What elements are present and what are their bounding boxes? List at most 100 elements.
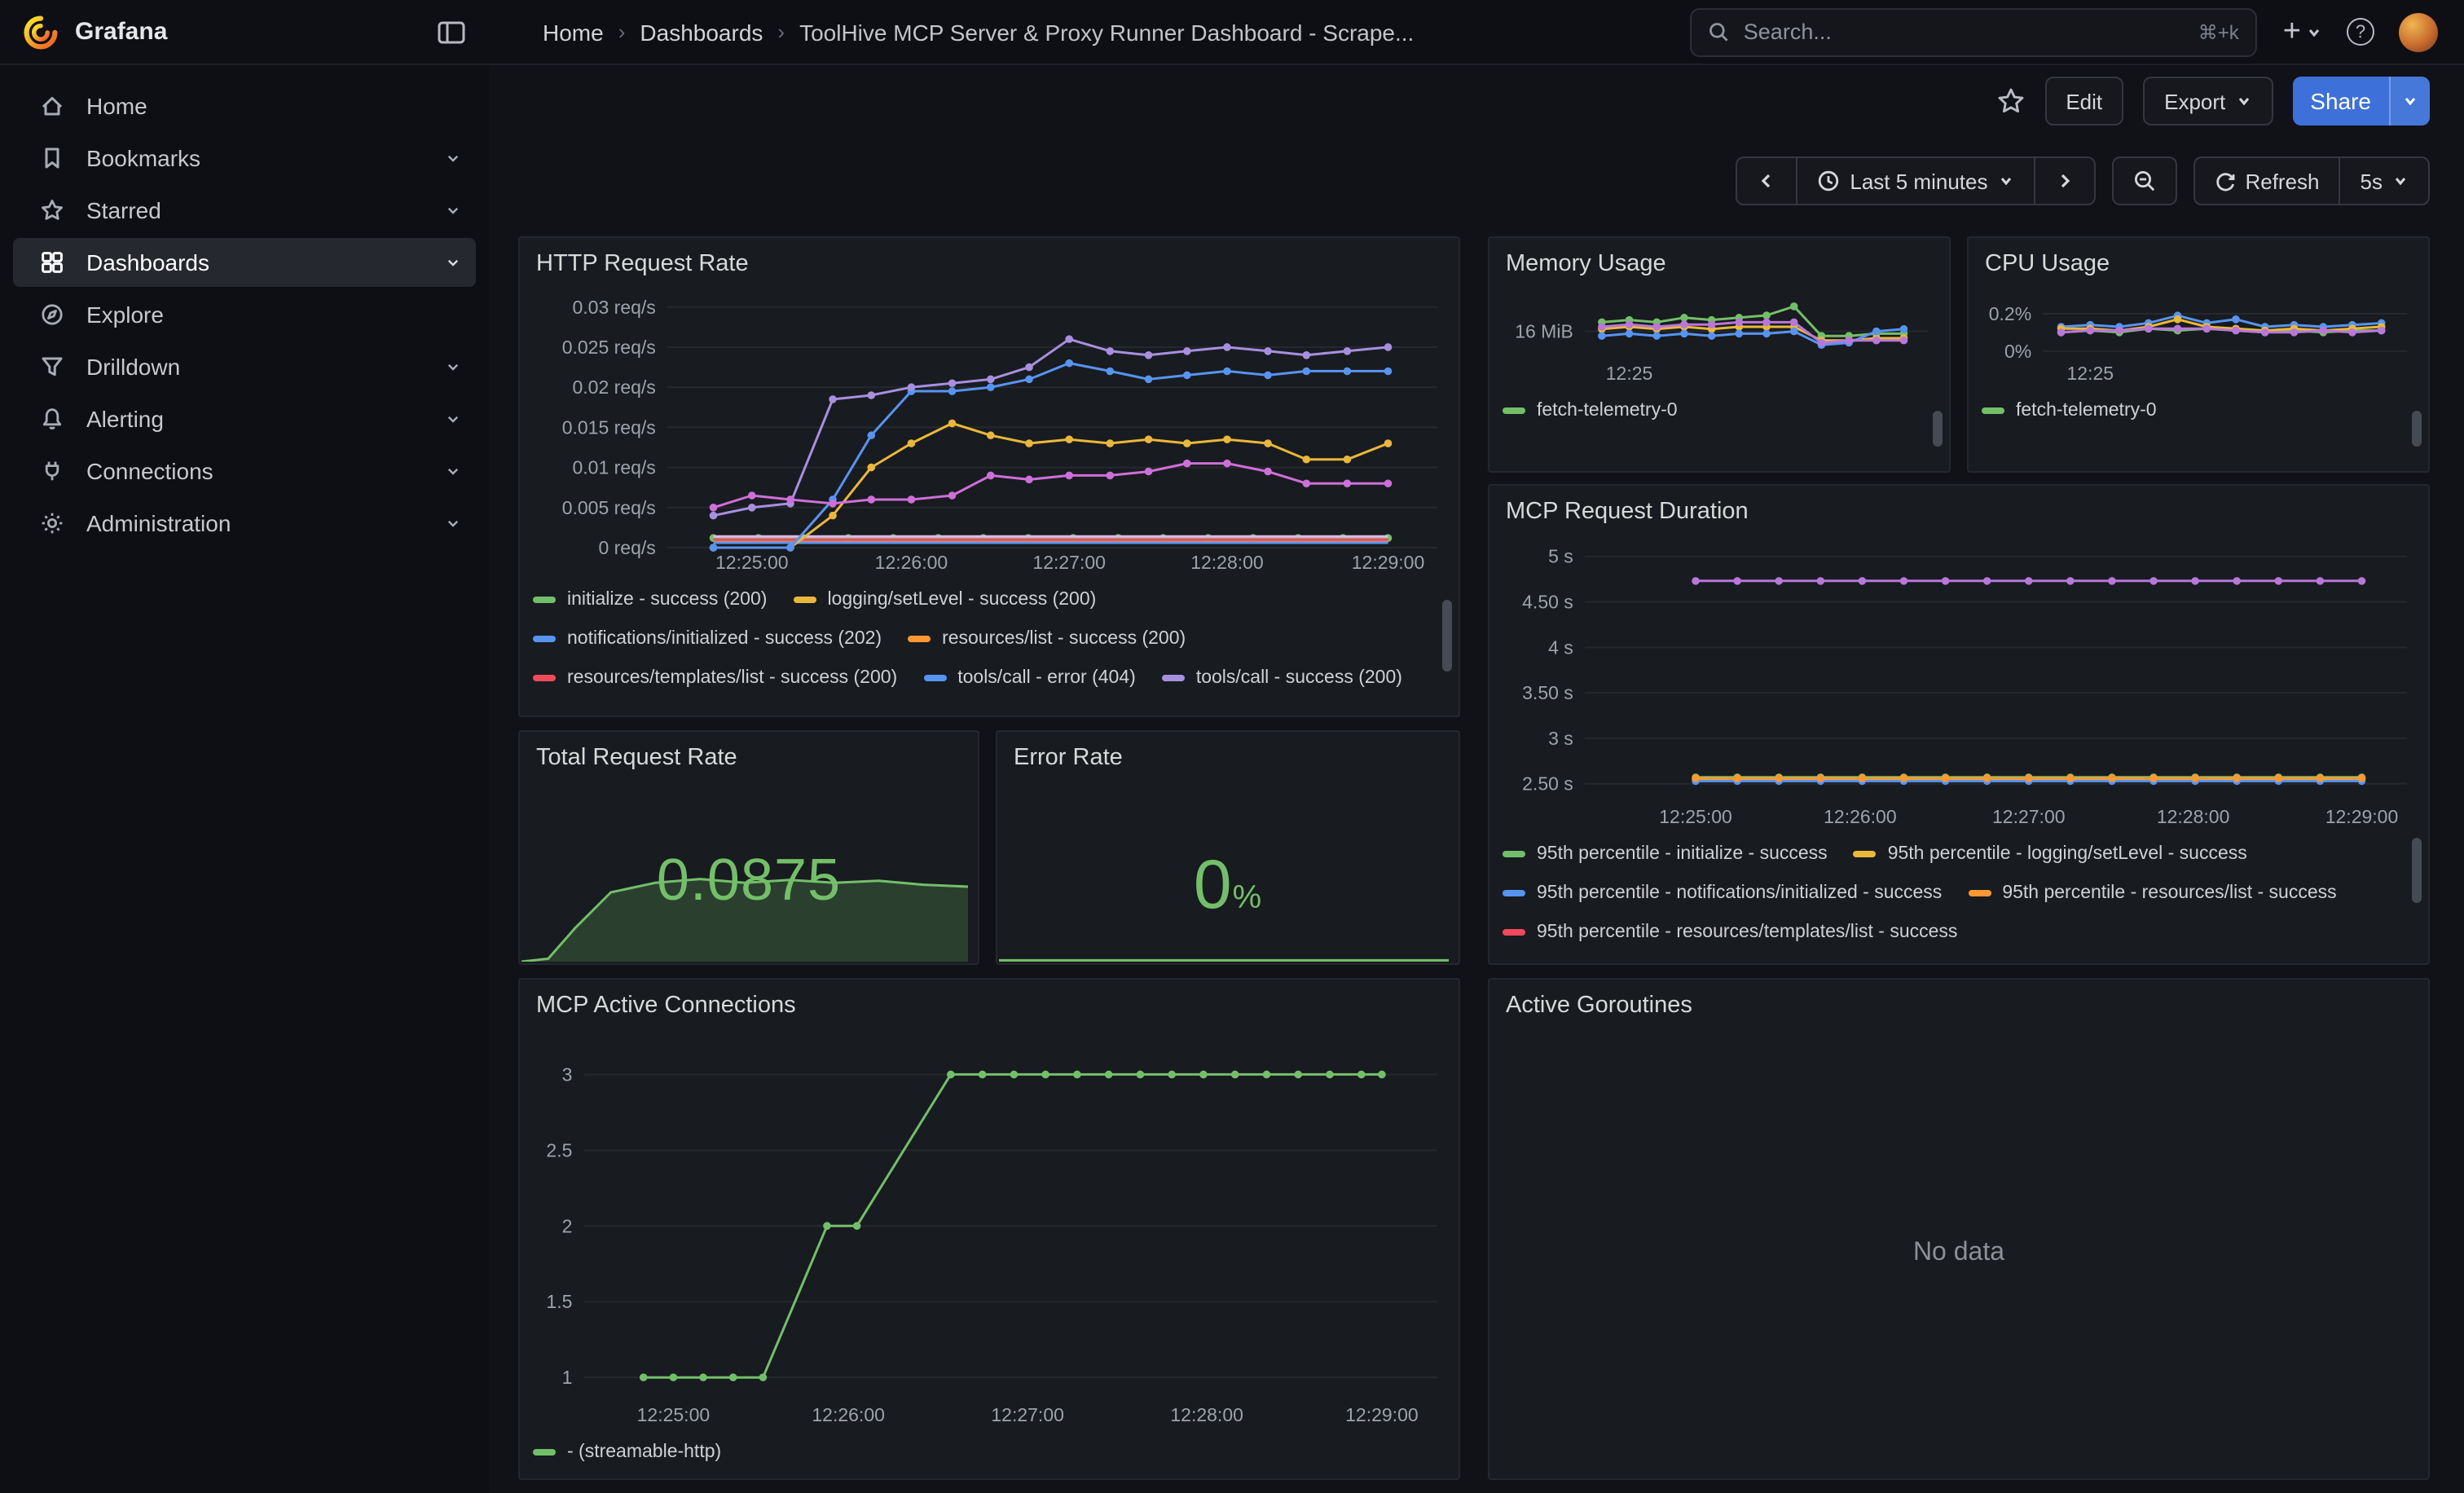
panel-title[interactable]: MCP Active Connections <box>533 993 1445 1028</box>
legend-label: fetch-telemetry-0 <box>2016 401 2157 421</box>
legend-chip <box>533 597 556 603</box>
panel-title[interactable]: MCP Request Duration <box>1503 499 2415 535</box>
legend-label: resources/templates/list - success (200) <box>567 668 897 688</box>
legend-item[interactable]: tools/list - success (200) <box>533 698 768 701</box>
sidebar-item-label: Administration <box>86 510 231 536</box>
legend-item[interactable]: unknown - success (200) <box>794 698 1037 701</box>
legend-scrollbar[interactable] <box>1933 411 1943 447</box>
chevron-down-icon[interactable] <box>443 409 463 429</box>
star-dashboard-icon[interactable] <box>1995 86 2025 116</box>
legend-item[interactable]: - (streamable-http) <box>533 1433 721 1469</box>
chevron-down-icon[interactable] <box>443 253 463 272</box>
svg-text:4 s: 4 s <box>1548 636 1573 658</box>
legend-label: 95th percentile - initialize - success <box>1537 844 1828 864</box>
breadcrumb-home[interactable]: Home <box>543 19 604 45</box>
chevron-down-icon[interactable] <box>443 148 463 168</box>
time-forward-button[interactable] <box>2033 156 2095 205</box>
legend-item[interactable]: fetch-telemetry-0 <box>1503 391 1678 427</box>
legend-item[interactable]: 95th percentile - initialize - success <box>1503 835 1828 874</box>
legend-item[interactable]: 95th percentile - resources/list - succe… <box>1968 874 2336 913</box>
sidebar-item-explore[interactable]: Explore <box>13 290 476 339</box>
cpu-usage-chart[interactable]: 0.2%0%12:25 <box>1982 287 2415 385</box>
panel-title[interactable]: HTTP Request Rate <box>533 251 1445 287</box>
export-button[interactable]: Export <box>2143 77 2273 126</box>
grafana-logo-icon[interactable] <box>23 14 59 50</box>
legend-chip <box>1503 407 1525 414</box>
breadcrumb-dashboards[interactable]: Dashboards <box>640 19 763 45</box>
legend-item[interactable]: resources/templates/list - success (200) <box>533 658 897 698</box>
mcp-request-duration-chart[interactable]: 2.50 s3 s3.50 s4 s4.50 s5 s12:25:0012:26… <box>1503 535 2415 828</box>
sidebar-item-drilldown[interactable]: Drilldown <box>13 342 476 391</box>
legend-item[interactable]: 95th percentile - logging/setLevel - suc… <box>1854 835 2247 874</box>
sidebar-item-bookmarks[interactable]: Bookmarks <box>13 134 476 183</box>
sidebar-item-dashboards[interactable]: Dashboards <box>13 238 476 287</box>
svg-text:12:29:00: 12:29:00 <box>1352 552 1425 573</box>
share-menu-button[interactable] <box>2389 77 2430 126</box>
collapse-sidebar-icon[interactable] <box>437 19 466 45</box>
legend-item[interactable]: 95th percentile - resources/templates/li… <box>1503 913 1957 952</box>
share-button[interactable]: Share <box>2292 77 2389 126</box>
sidebar-item-administration[interactable]: Administration <box>13 499 476 548</box>
panel-title[interactable]: Total Request Rate <box>533 745 965 781</box>
time-range-picker[interactable]: Last 5 minutes <box>1796 156 2035 205</box>
user-avatar[interactable] <box>2399 12 2438 51</box>
panel-title[interactable]: Memory Usage <box>1503 251 1936 287</box>
svg-text:2.50 s: 2.50 s <box>1522 773 1573 795</box>
legend-label: initialize - success (200) <box>567 590 767 610</box>
svg-text:0.015 req/s: 0.015 req/s <box>562 416 656 438</box>
legend-chip <box>1982 407 2004 414</box>
brand-title: Grafana <box>75 18 167 46</box>
chevron-down-icon[interactable] <box>443 357 463 377</box>
legend-item[interactable]: notifications/initialized - success (202… <box>533 619 882 658</box>
chevron-down-icon[interactable] <box>443 200 463 220</box>
svg-text:0.03 req/s: 0.03 req/s <box>573 297 656 318</box>
legend-label: 95th percentile - logging/setLevel - suc… <box>1888 844 2247 864</box>
svg-text:0%: 0% <box>2004 341 2031 362</box>
stat-number: 0 <box>1194 846 1233 923</box>
svg-text:0.025 req/s: 0.025 req/s <box>562 337 656 358</box>
edit-button[interactable]: Edit <box>2044 77 2123 126</box>
legend-item[interactable]: tools/call - success (200) <box>1162 658 1402 698</box>
legend-scrollbar[interactable] <box>2412 838 2422 903</box>
sidebar-item-alerting[interactable]: Alerting <box>13 394 476 443</box>
mcp-active-connections-chart[interactable]: 11.522.5312:25:0012:26:0012:27:0012:28:0… <box>533 1028 1445 1426</box>
panel-active-goroutines: Active Goroutines No data <box>1488 978 2430 1480</box>
legend-scrollbar[interactable] <box>1442 600 1452 672</box>
refresh-button[interactable]: Refresh <box>2193 156 2340 205</box>
sidebar-item-starred[interactable]: Starred <box>13 186 476 235</box>
memory-usage-chart[interactable]: 16 MiB12:25 <box>1503 287 1936 385</box>
sidebar-item-home[interactable]: Home <box>13 81 476 130</box>
svg-text:12:27:00: 12:27:00 <box>991 1404 1064 1425</box>
legend-item[interactable]: initialize - success (200) <box>533 580 767 619</box>
legend-item[interactable]: resources/list - success (200) <box>908 619 1186 658</box>
legend-item[interactable]: 95th percentile - notifications/initiali… <box>1503 874 1942 913</box>
zoom-out-button[interactable] <box>2111 156 2176 205</box>
sidebar-item-connections[interactable]: Connections <box>13 447 476 495</box>
http-request-rate-chart[interactable]: 0 req/s0.005 req/s0.01 req/s0.015 req/s0… <box>533 287 1445 574</box>
legend-item[interactable]: fetch-telemetry-0 <box>1982 391 2157 427</box>
new-menu-button[interactable]: + <box>2283 16 2322 47</box>
svg-text:16 MiB: 16 MiB <box>1515 321 1573 342</box>
topbar-left: Grafana <box>0 14 489 50</box>
panel-title[interactable]: Active Goroutines <box>1503 993 2415 1028</box>
drilldown-icon <box>39 354 65 380</box>
time-back-button[interactable] <box>1736 156 1797 205</box>
panel-title[interactable]: CPU Usage <box>1982 251 2415 287</box>
sidebar-nav: Home Bookmarks Starred Dashboards Explor… <box>0 65 489 1493</box>
chevron-down-icon[interactable] <box>443 513 463 533</box>
time-range-label: Last 5 minutes <box>1850 169 1987 193</box>
legend-chip <box>1503 890 1525 896</box>
legend-item[interactable]: logging/setLevel - success (200) <box>793 580 1096 619</box>
legend-scrollbar[interactable] <box>2412 411 2422 447</box>
plus-icon: + <box>2283 16 2301 47</box>
legend: 95th percentile - initialize - success 95… <box>1503 828 2415 955</box>
panel-title[interactable]: Error Rate <box>1010 745 1445 781</box>
legend-item[interactable]: tools/call - error (404) <box>923 658 1136 698</box>
svg-text:12:26:00: 12:26:00 <box>1824 806 1897 827</box>
sidebar-item-label: Alerting <box>86 406 164 432</box>
help-button[interactable]: ? <box>2347 18 2374 46</box>
panel-mcp-active-connections: MCP Active Connections 11.522.5312:25:00… <box>518 978 1460 1480</box>
search-input[interactable]: Search... ⌘+k <box>1690 7 2257 56</box>
refresh-interval-picker[interactable]: 5s <box>2339 156 2430 205</box>
chevron-down-icon[interactable] <box>443 461 463 481</box>
